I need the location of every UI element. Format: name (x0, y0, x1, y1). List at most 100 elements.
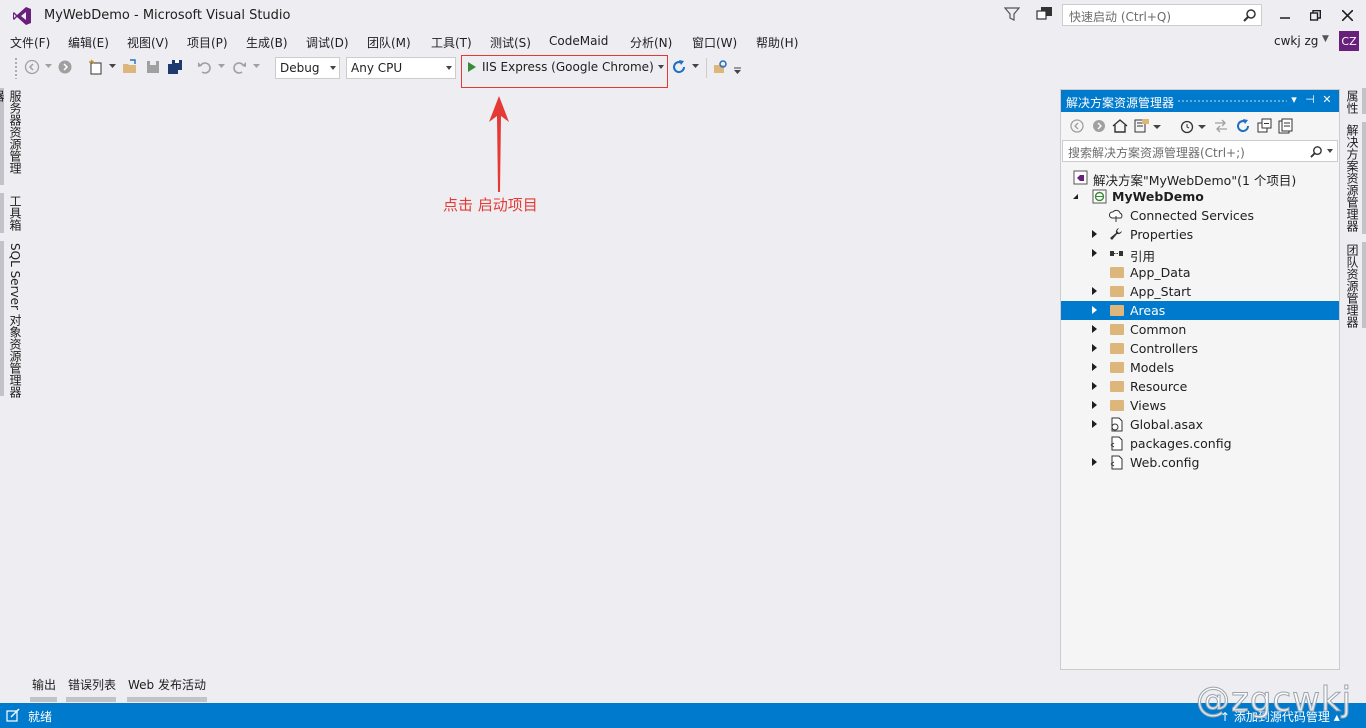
forward-icon[interactable] (1091, 118, 1107, 134)
solution-search-input[interactable]: 搜索解决方案资源管理器(Ctrl+;) (1062, 140, 1338, 162)
toolbar-overflow-icon[interactable] (734, 67, 741, 74)
tree-row-views[interactable]: Views (1061, 396, 1339, 415)
expand-icon[interactable] (1092, 287, 1097, 295)
menu-codemaid[interactable]: CodeMaid (549, 34, 608, 48)
chevron-down-icon[interactable] (692, 62, 699, 69)
tree-row-references[interactable]: 引用 (1061, 244, 1339, 264)
tree-row-resource[interactable]: Resource (1061, 377, 1339, 396)
tree-row-solution[interactable]: 解决方案"MyWebDemo"(1 个项目) (1061, 168, 1339, 188)
menu-help[interactable]: 帮助(H) (756, 34, 798, 51)
expand-icon[interactable] (1092, 458, 1097, 466)
tab-server-explorer[interactable]: 服务器资源管理器 (0, 90, 24, 185)
toolbar-grip[interactable] (14, 57, 18, 79)
pending-changes-filter-icon[interactable] (1179, 118, 1195, 134)
user-dropdown-icon[interactable]: ▼ (1322, 34, 1329, 44)
menu-file[interactable]: 文件(F) (10, 34, 50, 51)
expand-icon[interactable] (1092, 230, 1097, 238)
configuration-select[interactable]: Debug (275, 57, 340, 79)
search-icon[interactable] (1243, 8, 1257, 22)
menu-window[interactable]: 窗口(W) (692, 34, 737, 51)
tab-error-list[interactable]: 错误列表 (68, 676, 116, 693)
sync-with-active-document-icon[interactable] (1213, 118, 1229, 134)
tree-row-common[interactable]: Common (1061, 320, 1339, 339)
expand-icon[interactable] (1092, 420, 1097, 428)
restore-button[interactable] (1300, 4, 1330, 26)
tree-row-models[interactable]: Models (1061, 358, 1339, 377)
collapse-all-icon[interactable] (1257, 118, 1273, 134)
find-in-files-icon[interactable] (713, 59, 729, 75)
redo-icon[interactable] (231, 59, 247, 75)
chevron-down-icon[interactable] (1198, 118, 1206, 134)
tree-row-properties[interactable]: Properties (1061, 225, 1339, 244)
menu-project[interactable]: 项目(P) (187, 34, 228, 51)
expand-icon[interactable] (1092, 249, 1097, 257)
close-icon (1341, 9, 1353, 21)
tree-row-controllers[interactable]: Controllers (1061, 339, 1339, 358)
collapse-icon[interactable] (1073, 194, 1078, 199)
quick-launch-input[interactable]: 快速启动 (Ctrl+Q) (1062, 4, 1262, 26)
back-icon[interactable] (1069, 118, 1085, 134)
tree-row-packages-config[interactable]: packages.config (1061, 434, 1339, 453)
open-file-icon[interactable] (122, 59, 138, 75)
refresh-browser-icon[interactable] (671, 59, 687, 75)
avatar[interactable]: CZ (1339, 31, 1359, 51)
save-all-icon[interactable] (167, 59, 183, 75)
expand-icon[interactable] (1092, 344, 1097, 352)
solution-explorer-header[interactable]: 解决方案资源管理器 ▾ ⊣ ✕ (1061, 90, 1339, 112)
chevron-down-icon[interactable] (1153, 118, 1161, 134)
feedback-icon[interactable] (1036, 6, 1054, 22)
tab-output[interactable]: 输出 (32, 676, 56, 693)
auto-hide-pin-icon[interactable]: ⊣ (1303, 93, 1317, 107)
tab-web-publish-activity[interactable]: Web 发布活动 (128, 676, 206, 693)
switch-views-icon[interactable] (1134, 118, 1150, 134)
expand-icon[interactable] (1092, 363, 1097, 371)
chevron-down-icon[interactable] (253, 62, 260, 69)
platform-select[interactable]: Any CPU (346, 57, 456, 79)
refresh-icon[interactable] (1235, 118, 1251, 134)
expand-icon[interactable] (1092, 382, 1097, 390)
folder-icon (1110, 343, 1124, 354)
chevron-down-icon[interactable] (1327, 149, 1333, 153)
save-icon[interactable] (145, 59, 161, 75)
home-icon[interactable] (1112, 118, 1128, 134)
tree-row-web-config[interactable]: Web.config (1061, 453, 1339, 472)
tab-sql-server-object-explorer[interactable]: SQL Server 对象资源管理器 (0, 243, 24, 398)
tree-row-app-start[interactable]: App_Start (1061, 282, 1339, 301)
expand-icon[interactable] (1092, 401, 1097, 409)
chevron-down-icon[interactable] (218, 62, 225, 69)
chevron-down-icon[interactable] (109, 62, 116, 69)
expand-icon[interactable] (1092, 306, 1097, 314)
tree-row-connected-services[interactable]: Connected Services (1061, 206, 1339, 225)
menu-view[interactable]: 视图(V) (127, 34, 169, 51)
undo-icon[interactable] (197, 59, 213, 75)
menu-edit[interactable]: 编辑(E) (68, 34, 109, 51)
menu-tools[interactable]: 工具(T) (431, 34, 472, 51)
run-button-highlight-box (461, 55, 668, 88)
menu-debug[interactable]: 调试(D) (306, 34, 349, 51)
menu-test[interactable]: 测试(S) (490, 34, 531, 51)
close-icon[interactable]: ✕ (1320, 93, 1334, 107)
navigate-back-icon[interactable] (24, 59, 40, 75)
tree-row-areas[interactable]: Areas (1061, 301, 1339, 320)
notification-filter-icon[interactable] (1004, 6, 1020, 22)
minimize-button[interactable] (1270, 4, 1300, 26)
navigate-forward-icon[interactable] (57, 59, 73, 75)
close-button[interactable] (1332, 4, 1362, 26)
tab-toolbox[interactable]: 工具箱 (0, 195, 24, 233)
search-icon[interactable] (1310, 145, 1323, 158)
show-all-files-icon[interactable] (1278, 118, 1294, 134)
window-position-dropdown-icon[interactable]: ▾ (1287, 93, 1301, 107)
menu-build[interactable]: 生成(B) (246, 34, 288, 51)
user-name[interactable]: cwkj zg (1274, 34, 1318, 48)
tree-row-global-asax[interactable]: Global.asax (1061, 415, 1339, 434)
chevron-down-icon[interactable] (45, 62, 52, 69)
menu-team[interactable]: 团队(M) (367, 34, 411, 51)
tab-solution-explorer[interactable]: 解决方案资源管理器 (1341, 124, 1361, 236)
new-project-icon[interactable] (88, 59, 104, 75)
menu-analyze[interactable]: 分析(N) (630, 34, 672, 51)
tree-row-app-data[interactable]: App_Data (1061, 263, 1339, 282)
tab-team-explorer[interactable]: 团队资源管理器 (1341, 244, 1361, 330)
expand-icon[interactable] (1092, 325, 1097, 333)
tree-row-project[interactable]: MyWebDemo (1061, 187, 1339, 206)
tab-properties[interactable]: 属性 (1341, 90, 1361, 114)
